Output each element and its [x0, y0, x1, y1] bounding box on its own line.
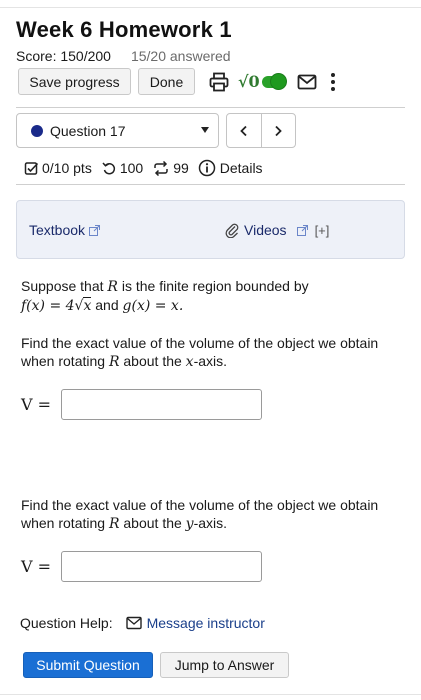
info-icon: [198, 159, 216, 177]
details-label: Details: [219, 160, 263, 176]
repeat-icon: [154, 160, 168, 176]
paperclip-icon: [225, 223, 239, 238]
question-select-label: Question 17: [50, 122, 126, 139]
divider: [16, 107, 405, 108]
question-select[interactable]: Question 17: [16, 113, 219, 148]
question-nav: [226, 113, 296, 148]
envelope-icon: [125, 616, 142, 630]
volume-y-axis-input[interactable]: [61, 551, 262, 582]
answer-label: V =: [21, 395, 52, 414]
toggle-knob: [269, 72, 287, 90]
save-progress-button[interactable]: Save progress: [18, 68, 131, 95]
answer-row-1: V =: [21, 389, 262, 420]
retries-text: 100: [119, 160, 144, 176]
problem-text: -axis.: [193, 353, 228, 369]
chevron-left-icon: [239, 125, 247, 136]
external-link-icon: [89, 224, 101, 236]
resources-panel: Textbook Videos [+]: [16, 200, 405, 259]
problem-text: -axis.: [193, 515, 228, 531]
problem-text: is the finite region bounded by: [117, 278, 309, 294]
details-button[interactable]: Details: [198, 159, 263, 177]
math-var: R: [108, 354, 120, 370]
bottom-divider: [0, 694, 421, 695]
problem-part-1: Find the exact value of the volume of th…: [21, 334, 406, 371]
question-meta: 0/10 pts 100 99 Details: [24, 159, 263, 177]
problem-part-2: Find the exact value of the volume of th…: [21, 496, 406, 533]
printer-icon[interactable]: [208, 71, 230, 93]
math-var: x: [185, 354, 194, 370]
math-input-toggle[interactable]: √0: [238, 72, 287, 91]
page-title: Week 6 Homework 1: [16, 17, 232, 42]
question-actions: Submit Question Jump to Answer: [23, 652, 289, 678]
question-help: Question Help: Message instructor: [20, 615, 265, 631]
next-question-button[interactable]: [260, 114, 296, 147]
points-info: 0/10 pts: [24, 160, 92, 176]
problem-text: about the: [119, 515, 186, 531]
undo-icon: [102, 162, 115, 174]
problem-text: about the: [119, 353, 186, 369]
answered-count: 15/20 answered: [130, 48, 231, 64]
message-instructor-link[interactable]: Message instructor: [125, 615, 265, 631]
volume-x-axis-input[interactable]: [61, 389, 262, 420]
message-instructor-label: Message instructor: [146, 615, 265, 631]
retries-info: 100: [101, 160, 143, 176]
videos-link[interactable]: Videos [+]: [224, 222, 329, 238]
divider: [16, 184, 405, 185]
toggle-switch[interactable]: [261, 72, 287, 90]
problem-text: and: [91, 297, 123, 313]
submit-question-button[interactable]: Submit Question: [23, 652, 153, 678]
envelope-icon[interactable]: [296, 71, 318, 93]
sqrt-icon: √0: [238, 72, 260, 91]
question-status-dot: [31, 124, 43, 137]
more-options-icon[interactable]: [326, 71, 340, 93]
attempts-info: 99: [152, 160, 189, 176]
toolbar: Save progress Done √0: [18, 68, 340, 95]
checkbox-icon: [24, 161, 39, 175]
math-g: g(x) = x.: [122, 298, 184, 314]
math-var: R: [108, 516, 120, 532]
external-link-icon: [296, 224, 308, 236]
score-text: Score: 150/200: [16, 48, 111, 64]
question-help-label: Question Help:: [20, 615, 113, 631]
problem-text: Suppose that: [21, 278, 108, 294]
problem-intro: Suppose that R is the finite region boun…: [21, 277, 406, 315]
math-var: R: [107, 279, 118, 295]
previous-question-button[interactable]: [227, 114, 261, 147]
attempts-text: 99: [173, 160, 189, 176]
jump-to-answer-button[interactable]: Jump to Answer: [160, 652, 289, 678]
score-row: Score: 150/200 15/20 answered: [16, 48, 231, 64]
math-var: y: [185, 516, 194, 532]
videos-label: Videos: [244, 222, 287, 238]
textbook-label: Textbook: [29, 222, 86, 238]
answer-row-2: V =: [21, 551, 262, 582]
more-videos-toggle[interactable]: [+]: [315, 223, 330, 238]
answer-label: V =: [21, 557, 52, 576]
chevron-right-icon: [275, 125, 283, 136]
textbook-link[interactable]: Textbook: [29, 222, 101, 238]
math-f: f(x) = 4: [21, 298, 75, 314]
points-text: 0/10 pts: [42, 160, 92, 176]
caret-down-icon: [201, 127, 209, 133]
done-button[interactable]: Done: [138, 68, 195, 95]
top-divider: [0, 7, 421, 8]
